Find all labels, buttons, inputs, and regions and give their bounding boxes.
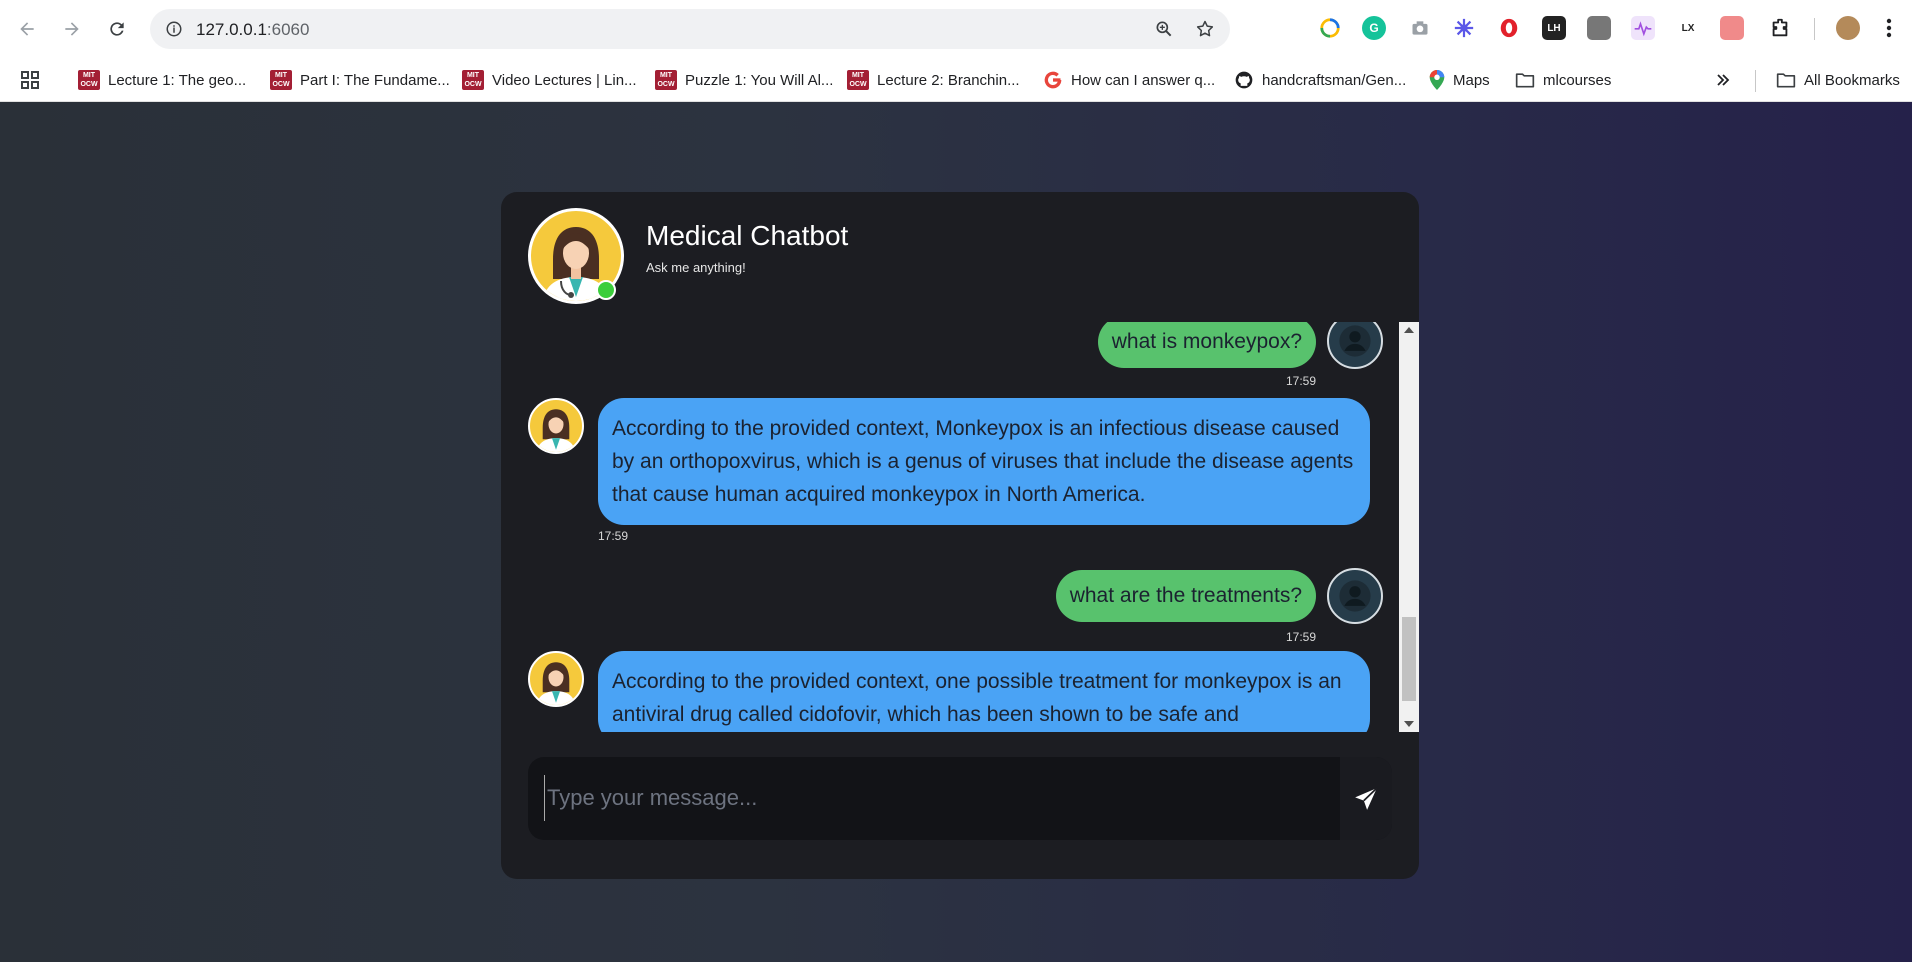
message-time: 17:59 (1285, 374, 1316, 388)
bot-message-bubble: According to the provided context, one p… (598, 651, 1370, 732)
bot-message-bubble: According to the provided context, Monke… (598, 398, 1370, 525)
mit-ocw-icon: MIT OCW (655, 70, 677, 90)
extensions-menu-button[interactable] (1768, 16, 1792, 40)
bookmarks-bar: MIT OCW Lecture 1: The geo... MIT OCW Part I… (0, 58, 1912, 102)
send-button[interactable] (1340, 757, 1392, 840)
maps-pin-icon (1429, 70, 1445, 90)
bookmark-folder[interactable]: mlcourses (1515, 66, 1611, 94)
arrow-right-icon (65, 22, 79, 36)
back-button[interactable] (10, 12, 44, 46)
lh-icon: LH (1547, 22, 1561, 34)
user-avatar (1327, 322, 1383, 369)
extension-1[interactable] (1318, 16, 1342, 40)
apps-button[interactable] (20, 66, 40, 94)
reload-icon (110, 22, 124, 36)
site-info-icon[interactable] (160, 15, 188, 43)
apps-grid-icon (21, 71, 39, 89)
bot-avatar (528, 651, 584, 707)
lx-icon: LX (1681, 22, 1695, 34)
kebab-menu-icon (1886, 18, 1892, 38)
message-time: 17:59 (1285, 630, 1316, 644)
chrome-sync-icon (1320, 18, 1340, 38)
reload-button[interactable] (100, 12, 134, 46)
extension-2[interactable]: G (1362, 16, 1386, 40)
send-icon (1355, 787, 1378, 810)
sparkle-icon (1454, 18, 1474, 38)
extension-4[interactable] (1452, 16, 1476, 40)
message-row-bot: According to the provided context, one p… (528, 651, 1383, 732)
extension-9[interactable]: LX (1676, 16, 1700, 40)
doctor-icon (536, 409, 576, 452)
triangle-down-icon (1404, 721, 1414, 727)
folder-icon (1515, 73, 1535, 88)
page-background: Medical Chatbot Ask me anything! what is… (0, 102, 1912, 962)
profile-avatar[interactable] (1836, 16, 1860, 40)
chat-title: Medical Chatbot (646, 220, 849, 251)
message-list[interactable]: what is monkeypox? 17:59 According to th… (528, 322, 1392, 732)
user-avatar (1327, 568, 1383, 624)
toolbar-divider (1814, 18, 1815, 40)
message-time: 17:59 (598, 529, 629, 543)
more-bookmarks-button[interactable] (1716, 66, 1730, 94)
message-row-bot: According to the provided context, Monke… (528, 398, 1383, 548)
grammarly-icon: G (1369, 21, 1379, 35)
browser-menu-button[interactable] (1877, 16, 1901, 40)
extension-5[interactable] (1497, 16, 1521, 40)
bookmark-item[interactable]: MIT OCW Puzzle 1: You Will Al... (655, 66, 833, 94)
extension-3[interactable] (1408, 16, 1432, 40)
puzzle-icon (1772, 18, 1788, 37)
scroll-thumb[interactable] (1402, 617, 1416, 701)
message-row-user: what is monkeypox? 17:59 (528, 322, 1383, 388)
google-icon (1044, 71, 1062, 89)
message-row-user: what are the treatments? 17:59 (528, 568, 1383, 644)
user-icon (1339, 580, 1371, 612)
extension-7[interactable] (1587, 16, 1611, 40)
mit-ocw-icon: MIT OCW (78, 70, 100, 90)
bookmark-star-icon[interactable] (1193, 17, 1217, 41)
opera-icon (1500, 18, 1518, 38)
doctor-icon (536, 662, 576, 705)
bot-avatar (528, 398, 584, 454)
bookmark-item[interactable]: handcraftsman/Gen... (1234, 66, 1406, 94)
bookmark-item[interactable]: Maps (1429, 66, 1490, 94)
extension-8[interactable] (1631, 16, 1655, 40)
bookmarks-divider (1755, 70, 1756, 92)
message-input[interactable] (544, 775, 1344, 821)
user-message-bubble: what are the treatments? (1055, 570, 1316, 622)
folder-icon (1776, 73, 1796, 88)
bookmark-item[interactable]: MIT OCW Lecture 2: Branchin... (847, 66, 1020, 94)
pulse-icon (1634, 21, 1652, 37)
scroll-down-button[interactable] (1399, 716, 1419, 732)
bookmark-item[interactable]: MIT OCW Part I: The Fundame... (270, 66, 450, 94)
user-icon (1339, 325, 1371, 357)
all-bookmarks-folder[interactable]: All Bookmarks (1776, 66, 1900, 94)
mit-ocw-icon: MIT OCW (847, 70, 869, 90)
github-icon (1235, 71, 1253, 89)
arrow-left-icon (20, 22, 34, 36)
bookmark-item[interactable]: MIT OCW Video Lectures | Lin... (462, 66, 637, 94)
zoom-icon[interactable] (1152, 17, 1176, 41)
mit-ocw-icon: MIT OCW (462, 70, 484, 90)
browser-toolbar: 127.0.0.1:6060 G LH LX (0, 0, 1912, 58)
chat-header: Medical Chatbot Ask me anything! (501, 192, 1419, 310)
extension-10[interactable] (1720, 16, 1744, 40)
triangle-up-icon (1404, 327, 1414, 333)
online-status-dot (596, 280, 616, 300)
forward-button[interactable] (55, 12, 89, 46)
url-text[interactable]: 127.0.0.1:6060 (196, 20, 309, 40)
chat-card: Medical Chatbot Ask me anything! what is… (501, 192, 1419, 879)
mit-ocw-icon: MIT OCW (270, 70, 292, 90)
bookmark-item[interactable]: How can I answer q... (1043, 66, 1215, 94)
camera-icon (1412, 21, 1428, 35)
message-scrollbar[interactable] (1399, 322, 1419, 732)
message-composer (528, 757, 1392, 840)
double-chevron-icon (1717, 74, 1730, 86)
user-message-bubble: what is monkeypox? (1097, 322, 1316, 368)
chat-subtitle: Ask me anything! (646, 260, 746, 275)
bookmark-item[interactable]: MIT OCW Lecture 1: The geo... (78, 66, 246, 94)
address-bar[interactable]: 127.0.0.1:6060 (150, 9, 1230, 49)
scroll-up-button[interactable] (1399, 322, 1419, 338)
extension-6[interactable]: LH (1542, 16, 1566, 40)
